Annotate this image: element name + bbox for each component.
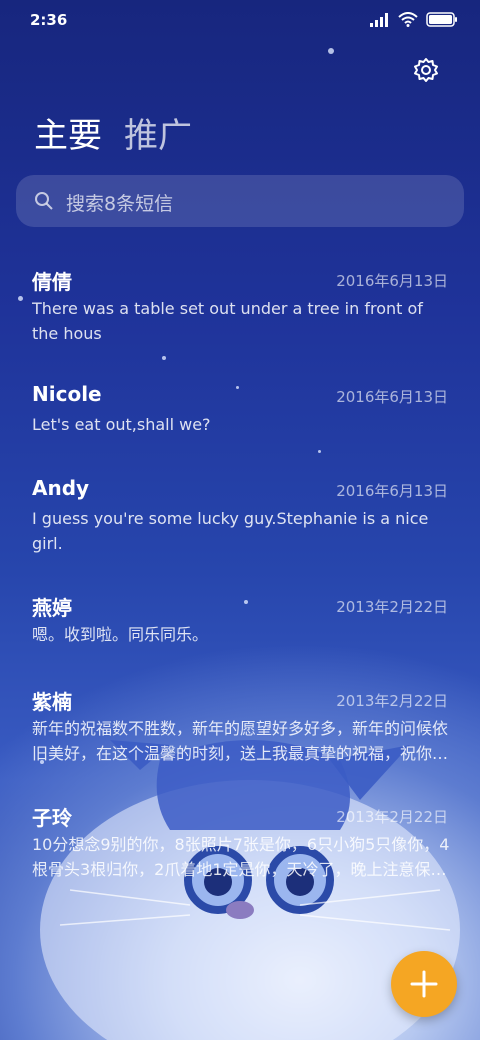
conversation-preview: Let's eat out,shall we? xyxy=(32,415,211,434)
conversation-date: 2013年2月22日 xyxy=(336,808,448,826)
conversation-date: 2016年6月13日 xyxy=(336,272,448,290)
conversation-date: 2013年2月22日 xyxy=(336,598,448,616)
search-input[interactable]: 搜索8条短信 xyxy=(16,175,464,227)
status-bar: 2:36 xyxy=(0,0,480,40)
new-message-button[interactable] xyxy=(391,951,457,1017)
search-icon xyxy=(35,192,53,210)
tab-bar: 主要 推广 xyxy=(34,108,192,157)
tab-promotions[interactable]: 推广 xyxy=(124,108,192,157)
conversation-item[interactable]: 燕婷 2013年2月22日 嗯。收到啦。同乐同乐。 xyxy=(0,586,480,680)
conversation-name: 倩倩 xyxy=(32,270,72,294)
signal-icon xyxy=(370,12,388,27)
conversation-preview: There was a table set out under a tree i… xyxy=(32,299,423,343)
conversation-preview: 10分想念9别的你，8张照片7张是你，6只小狗5只像你，4根骨头3根归你，2爪着… xyxy=(32,835,450,879)
plus-icon xyxy=(410,970,438,998)
gear-icon xyxy=(414,58,438,82)
conversation-preview: 嗯。收到啦。同乐同乐。 xyxy=(32,625,209,644)
conversation-name: Nicole xyxy=(32,382,102,406)
conversation-item[interactable]: 紫楠 2013年2月22日 新年的祝福数不胜数，新年的愿望好多好多，新年的问候依… xyxy=(0,680,480,796)
conversation-item[interactable]: Nicole 2016年6月13日 Let's eat out,shall we… xyxy=(0,376,480,470)
conversation-name: 紫楠 xyxy=(32,690,72,714)
status-icons xyxy=(370,12,458,27)
conversation-date: 2016年6月13日 xyxy=(336,482,448,500)
conversation-list: 倩倩 2016年6月13日 There was a table set out … xyxy=(0,260,480,912)
search-placeholder: 搜索8条短信 xyxy=(66,193,174,215)
conversation-date: 2013年2月22日 xyxy=(336,692,448,710)
background-sparkle xyxy=(328,48,334,54)
conversation-item[interactable]: 子玲 2013年2月22日 10分想念9别的你，8张照片7张是你，6只小狗5只像… xyxy=(0,796,480,912)
conversation-item[interactable]: Andy 2016年6月13日 I guess you're some luck… xyxy=(0,470,480,586)
conversation-name: Andy xyxy=(32,476,90,500)
tab-main[interactable]: 主要 xyxy=(34,108,102,157)
battery-icon xyxy=(426,12,457,27)
status-time: 2:36 xyxy=(30,11,68,29)
conversation-item[interactable]: 倩倩 2016年6月13日 There was a table set out … xyxy=(0,260,480,376)
conversation-preview: 新年的祝福数不胜数，新年的愿望好多好多，新年的问候依旧美好，在这个温馨的时刻，送… xyxy=(32,719,449,763)
conversation-preview: I guess you're some lucky guy.Stephanie … xyxy=(32,509,429,553)
wifi-icon xyxy=(398,12,418,27)
conversation-name: 子玲 xyxy=(32,806,72,830)
settings-button[interactable] xyxy=(412,56,440,84)
conversation-name: 燕婷 xyxy=(32,596,72,620)
conversation-date: 2016年6月13日 xyxy=(336,388,448,406)
